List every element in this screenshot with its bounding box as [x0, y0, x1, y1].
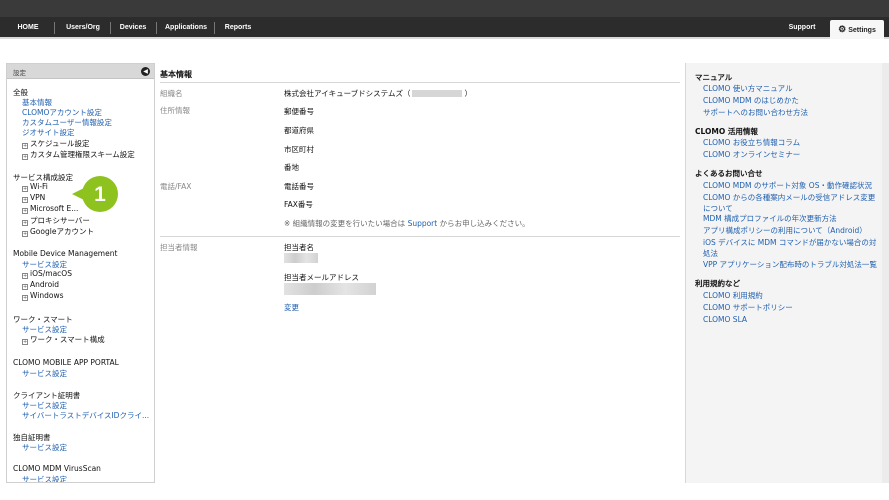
redacted-contact-name	[284, 253, 318, 263]
sidebar-item-wifi[interactable]: + Wi-Fi	[22, 182, 48, 192]
top-bar	[0, 0, 889, 17]
help-link[interactable]: サポートへのお問い合わせ方法	[703, 108, 881, 119]
sidebar-link-own-cert-service[interactable]: サービス設定	[22, 442, 67, 453]
org-name-value: 株式会社アイキューブドシステムズ（）	[284, 89, 472, 98]
sidebar-item-vpn[interactable]: + VPN	[22, 193, 45, 203]
org-name-label: 組織名	[160, 89, 183, 98]
title-divider	[160, 82, 680, 83]
sidebar-item-windows[interactable]: + Windows	[22, 291, 63, 301]
help-panel: マニュアル CLOMO 使い方マニュアル CLOMO MDM のはじめかた サポ…	[685, 63, 882, 483]
redacted-contact-email	[284, 283, 376, 295]
contact-info-label: 担当者情報	[160, 243, 198, 252]
expand-icon: +	[22, 339, 28, 345]
help-section-terms: 利用規約など	[695, 279, 740, 288]
settings-sidebar: 設定 ◀ 全般 基本情報 CLOMOアカウント設定 カスタムユーザー情報設定 ジ…	[6, 63, 155, 483]
sidebar-link-geosite[interactable]: ジオサイト設定	[22, 127, 75, 138]
sidebar-link-app-portal-service[interactable]: サービス設定	[22, 368, 67, 379]
fax-label: FAX番号	[284, 200, 313, 209]
sidebar-item-schedule[interactable]: + スケジュール設定	[22, 138, 89, 149]
nav-divider	[214, 22, 215, 34]
help-link[interactable]: CLOMO からの各種案内メールの受信アドレス変更について	[703, 193, 881, 214]
sidebar-item-work-smart-config[interactable]: + ワーク・スマート構成	[22, 334, 105, 345]
street-label: 番地	[284, 163, 299, 172]
nav-devices[interactable]: Devices	[113, 17, 153, 39]
expand-icon: +	[22, 273, 28, 279]
help-link[interactable]: CLOMO サポートポリシー	[703, 303, 881, 314]
nav-settings-tab[interactable]: ⚙ Settings	[830, 20, 884, 39]
sidebar-link-virusscan-service[interactable]: サービス設定	[22, 474, 67, 482]
nav-users-org[interactable]: Users/Org	[58, 17, 108, 39]
help-section-usage-info: CLOMO 活用情報	[695, 127, 758, 136]
sidebar-group-mdm: Mobile Device Management	[13, 249, 118, 258]
expand-icon: +	[22, 208, 28, 214]
postal-code-label: 郵便番号	[284, 107, 314, 116]
help-link[interactable]: CLOMO 使い方マニュアル	[703, 84, 881, 95]
help-link[interactable]: CLOMO お役立ち情報コラム	[703, 138, 881, 149]
nav-support[interactable]: Support	[780, 17, 824, 39]
sidebar-group-app-portal: CLOMO MOBILE APP PORTAL	[13, 358, 119, 367]
nav-reports[interactable]: Reports	[217, 17, 259, 39]
sidebar-item-custom-permission[interactable]: + カスタム管理権限スキーム設定	[22, 149, 135, 160]
contact-name-label: 担当者名	[284, 243, 314, 252]
page-title: 基本情報	[160, 70, 192, 79]
phone-label: 電話番号	[284, 182, 314, 191]
gear-icon: ⚙	[838, 24, 847, 34]
support-link[interactable]: Support	[408, 219, 438, 228]
nav-divider	[156, 22, 157, 34]
help-link[interactable]: CLOMO MDM のはじめかた	[703, 96, 881, 107]
callout-number: 1	[94, 183, 106, 206]
help-link[interactable]: CLOMO 利用規約	[703, 291, 881, 302]
expand-icon: +	[22, 197, 28, 203]
sidebar-link-cybertrust-device-id[interactable]: サイバートラストデバイスIDクライ...	[22, 410, 149, 421]
sidebar-title: 設定	[13, 69, 26, 77]
right-scrollbar[interactable]	[882, 63, 889, 483]
expand-icon: +	[22, 284, 28, 290]
help-link[interactable]: iOS デバイスに MDM コマンドが届かない場合の対処法	[703, 238, 881, 259]
help-link[interactable]: CLOMO MDM のサポート対象 OS・動作確認状況	[703, 181, 881, 192]
section-divider	[160, 236, 680, 237]
sidebar-item-android[interactable]: + Android	[22, 280, 59, 290]
city-label: 市区町村	[284, 145, 314, 154]
nav-applications[interactable]: Applications	[160, 17, 212, 39]
change-request-note: ※ 組織情報の変更を行いたい場合は Support からお申し込みください。	[284, 219, 530, 228]
help-link[interactable]: アプリ構成ポリシーの利用について（Android）	[703, 226, 881, 237]
sidebar-item-proxy-server[interactable]: + プロキシサーバー	[22, 215, 90, 226]
main-content: 基本情報 組織名 株式会社アイキューブドシステムズ（） 住所情報 郵便番号 都道…	[160, 63, 680, 483]
nav-divider	[54, 22, 55, 34]
prefecture-label: 都道府県	[284, 126, 314, 135]
help-link[interactable]: CLOMO SLA	[703, 315, 881, 326]
main-navigation: HOME Users/Org Devices Applications Repo…	[0, 17, 889, 39]
expand-icon: +	[22, 186, 28, 192]
help-link[interactable]: MDM 構成プロファイルの年次更新方法	[703, 214, 881, 225]
settings-label: Settings	[848, 27, 876, 34]
help-section-manual: マニュアル	[695, 73, 733, 82]
address-label: 住所情報	[160, 106, 190, 115]
collapse-sidebar-icon[interactable]: ◀	[141, 67, 150, 76]
sidebar-header: 設定 ◀	[7, 64, 154, 79]
sidebar-item-ios-macos[interactable]: + iOS/macOS	[22, 269, 72, 279]
help-link[interactable]: VPP アプリケーション配布時のトラブル対処法一覧	[703, 260, 881, 271]
change-link[interactable]: 変更	[284, 302, 299, 313]
help-link[interactable]: CLOMO オンラインセミナー	[703, 150, 881, 161]
sidebar-group-virusscan: CLOMO MDM VirusScan	[13, 464, 101, 473]
expand-icon: +	[22, 231, 28, 237]
nav-home[interactable]: HOME	[8, 17, 48, 39]
phone-fax-label: 電話/FAX	[160, 182, 192, 191]
redacted-text	[412, 90, 463, 97]
help-section-faq: よくあるお問い合せ	[695, 169, 763, 178]
contact-email-label: 担当者メールアドレス	[284, 273, 359, 282]
expand-icon: +	[22, 295, 28, 301]
step-callout: 1	[72, 176, 118, 212]
expand-icon: +	[22, 154, 28, 160]
nav-divider	[110, 22, 111, 34]
sidebar-item-google-account[interactable]: + Googleアカウント	[22, 226, 94, 237]
